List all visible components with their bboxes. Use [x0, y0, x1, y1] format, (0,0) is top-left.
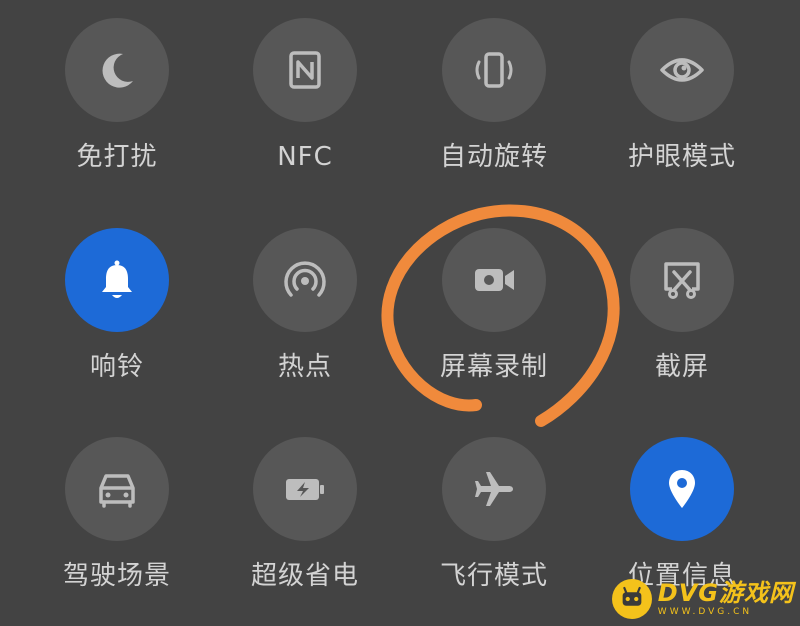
- tile-auto-rotate[interactable]: 自动旋转: [400, 18, 588, 218]
- tile-label: 超级省电: [250, 561, 359, 591]
- tile-screenshot-button[interactable]: [630, 228, 734, 332]
- tile-label: NFC: [277, 142, 333, 172]
- tile-label: 响铃: [89, 352, 144, 382]
- tile-nfc[interactable]: NFC: [211, 18, 399, 218]
- tile-ring[interactable]: 响铃: [23, 228, 211, 428]
- tile-eye-comfort-button[interactable]: [630, 18, 734, 122]
- auto-rotate-icon: [475, 52, 513, 88]
- tile-ring-button[interactable]: [65, 228, 169, 332]
- airplane-icon: [475, 472, 513, 506]
- video-camera-icon: [475, 269, 514, 291]
- tile-screen-record[interactable]: 屏幕录制: [400, 228, 588, 428]
- location-pin-icon: [669, 470, 695, 508]
- watermark: DVG游戏网 WWW.DVG.CN: [611, 576, 794, 622]
- tile-screenshot[interactable]: 截屏: [588, 228, 776, 428]
- tile-label: 护眼模式: [627, 142, 736, 172]
- watermark-url: WWW.DVG.CN: [657, 607, 753, 617]
- tile-driving-mode[interactable]: 驾驶场景: [23, 437, 211, 626]
- hotspot-icon: [284, 261, 326, 297]
- watermark-logo-icon: [611, 579, 652, 619]
- quick-settings-panel: 免打扰 NFC 自动旋转 护眼模式 响铃 热点 屏幕录制 截屏 驾驶场景 超级省…: [0, 0, 800, 626]
- bell-icon: [102, 260, 132, 298]
- moon-icon: [102, 53, 133, 88]
- eye-icon: [660, 58, 704, 82]
- tile-super-power-saving-button[interactable]: [253, 437, 357, 541]
- tile-label: 驾驶场景: [62, 561, 171, 591]
- tile-hotspot[interactable]: 热点: [211, 228, 399, 428]
- watermark-title: DVG游戏网: [657, 579, 794, 607]
- screenshot-icon: [664, 262, 700, 299]
- tile-do-not-disturb-button[interactable]: [65, 18, 169, 122]
- tile-eye-comfort[interactable]: 护眼模式: [588, 18, 776, 218]
- battery-saver-icon: [286, 479, 324, 500]
- tile-airplane-mode[interactable]: 飞行模式: [400, 437, 588, 626]
- car-icon: [99, 474, 135, 508]
- tile-driving-mode-button[interactable]: [65, 437, 169, 541]
- tile-do-not-disturb[interactable]: 免打扰: [23, 18, 211, 218]
- tile-label: 飞行模式: [439, 561, 548, 591]
- tile-label: 免打扰: [76, 142, 158, 172]
- tile-nfc-button[interactable]: [253, 18, 357, 122]
- tile-auto-rotate-button[interactable]: [442, 18, 546, 122]
- tile-label: 截屏: [654, 352, 709, 382]
- watermark-text: DVG游戏网 WWW.DVG.CN: [658, 581, 794, 617]
- tile-label: 自动旋转: [439, 142, 548, 172]
- tile-hotspot-button[interactable]: [253, 228, 357, 332]
- tile-location-button[interactable]: [630, 437, 734, 541]
- tile-airplane-mode-button[interactable]: [442, 437, 546, 541]
- nfc-icon: [289, 51, 321, 89]
- tile-label: 热点: [277, 352, 332, 382]
- tile-super-power-saving[interactable]: 超级省电: [211, 437, 399, 626]
- tile-label: 屏幕录制: [439, 352, 548, 382]
- tile-screen-record-button[interactable]: [442, 228, 546, 332]
